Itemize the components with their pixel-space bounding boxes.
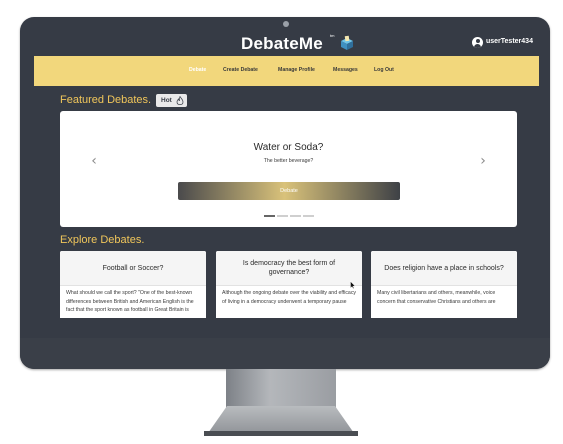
card-header: Football or Soccer? [60,251,206,286]
debate-card-democracy[interactable]: Is democracy the best form of governance… [216,251,362,318]
nav-item-log-out[interactable]: Log Out [374,67,394,73]
card-title: Is democracy the best form of governance… [242,260,336,276]
user-circle-icon[interactable] [472,37,483,48]
card-description: Many civil libertarians and others, mean… [377,290,496,305]
featured-debate-title: Water or Soda? [253,142,324,153]
card-title: Does religion have a place in schools? [384,264,504,272]
debate-button[interactable]: Debate [178,182,400,200]
mouse-cursor-icon [350,281,356,289]
webcam-icon [283,21,289,27]
monitor-base-edge [204,431,358,436]
featured-debate-subtitle: The better beverage? [263,158,314,164]
header-bar: DebateMe tm userTester434 [34,28,539,56]
debate-card-football[interactable]: Football or Soccer? What should we call … [60,251,206,318]
hot-badge-label: Hot [161,97,172,104]
username-label[interactable]: userTester434 [486,38,533,45]
trademark-mark: tm [330,33,335,38]
explore-debates-heading: Explore Debates. [60,234,145,246]
nav-item-messages[interactable]: Messages [333,67,358,73]
nav-item-debate[interactable]: Debate [189,67,206,73]
carousel-dot[interactable] [303,215,314,217]
debate-card-religion[interactable]: Does religion have a place in schools? M… [371,251,517,318]
card-description: Although the ongoing debate over the via… [222,290,357,305]
carousel-dot[interactable] [277,215,288,217]
featured-debates-heading: Featured Debates. [60,94,152,106]
carousel-dot[interactable] [290,215,301,217]
monitor-chin [20,338,550,369]
hot-filter-button[interactable]: Hot [156,94,187,107]
app-logo[interactable]: DebateMe [241,34,323,54]
card-title: Football or Soccer? [102,264,164,272]
nav-bar: Debate Create Debate Manage Profile Mess… [34,56,539,86]
card-header: Is democracy the best form of governance… [216,251,362,286]
card-header: Does religion have a place in schools? [371,251,517,286]
card-description: What should we call the sport? "One of t… [66,290,194,313]
carousel-indicators [264,215,316,217]
carousel-dot[interactable] [264,215,275,217]
featured-carousel: ‹ › Water or Soda? The better beverage? … [60,111,517,227]
flame-icon [176,96,184,105]
app-screen: DebateMe tm userTester434 Debate Create … [34,28,539,318]
nav-item-manage-profile[interactable]: Manage Profile [278,67,315,73]
ballot-box-icon [341,35,353,50]
nav-item-create-debate[interactable]: Create Debate [223,67,258,73]
